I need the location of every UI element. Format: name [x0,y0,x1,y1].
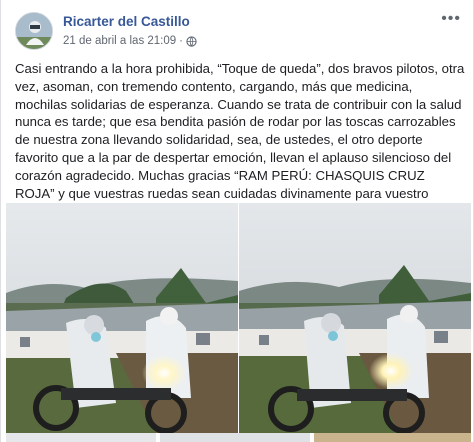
avatar-image [16,13,52,49]
post-body-text: Casi entrando a la hora prohibida, “Toqu… [15,61,465,218]
photo-grid [3,203,473,442]
author-avatar[interactable] [15,12,53,50]
post-photo-1[interactable] [6,203,238,433]
post-photo-2[interactable] [239,203,471,433]
more-photos-strip[interactable] [3,433,473,442]
facebook-post: Ricarter del Castillo 21 de abril a las … [0,0,474,442]
photo-2-image [239,203,471,433]
post-timestamp[interactable]: 21 de abril a las 21:09 [63,35,176,47]
globe-icon [186,35,197,47]
meta-separator: · [179,35,184,47]
author-name[interactable]: Ricarter del Castillo [63,14,190,29]
photo-1-image [6,203,238,433]
photo-4-thumbnail[interactable] [160,433,310,442]
post-meta: 21 de abril a las 21:09 · [63,35,197,47]
more-options-icon[interactable]: ••• [441,10,461,28]
photo-5-thumbnail[interactable] [314,433,471,442]
post-header: Ricarter del Castillo 21 de abril a las … [11,10,465,52]
photo-3-thumbnail[interactable] [6,433,156,442]
